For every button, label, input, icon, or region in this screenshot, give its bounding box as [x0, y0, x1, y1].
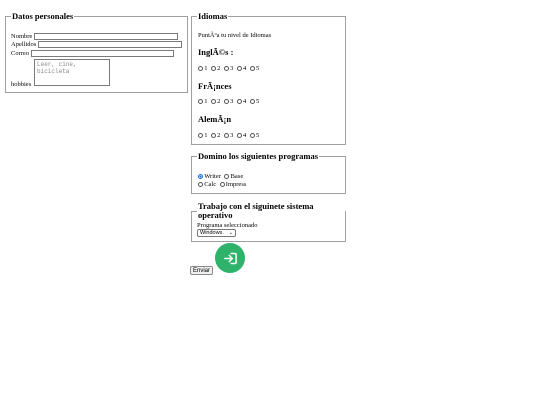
login-arrow-icon: [223, 252, 237, 264]
rating-option[interactable]: 1: [198, 65, 207, 72]
rating-option[interactable]: 1: [198, 98, 207, 105]
option-calc[interactable]: Calc: [198, 181, 216, 188]
hobbies-label: hobbies: [11, 81, 32, 88]
radio-button[interactable]: [223, 133, 229, 138]
radio-button[interactable]: [198, 182, 203, 187]
fab-button[interactable]: [215, 243, 245, 273]
rating-option[interactable]: 5: [249, 132, 259, 139]
radio-button[interactable]: [219, 182, 225, 187]
personal-data-legend: Datos personales: [12, 11, 74, 21]
language-heading-ingles: InglÃ©s :: [198, 47, 234, 57]
rating-option[interactable]: 4: [236, 132, 246, 139]
language-heading-frances: FrÃ¡nces: [198, 81, 232, 91]
idiomas-intro: PuntÃºa tu nivel de Idiomas: [198, 32, 272, 39]
radio-button[interactable]: [249, 66, 255, 71]
rating-option[interactable]: 5: [249, 98, 259, 105]
apellidos-input[interactable]: [38, 41, 182, 48]
correo-label: Correo: [11, 50, 30, 57]
radio-button[interactable]: [198, 99, 203, 104]
apellidos-label: Apellidos: [11, 41, 37, 48]
rating-option[interactable]: 2: [210, 98, 220, 105]
option-writer[interactable]: Writer: [198, 173, 221, 180]
radio-button[interactable]: [223, 99, 229, 104]
radio-button[interactable]: [224, 174, 230, 179]
rating-option[interactable]: 3: [223, 65, 233, 72]
rating-option[interactable]: 1: [198, 132, 207, 139]
radio-button[interactable]: [210, 99, 216, 104]
submit-button[interactable]: Enviar: [190, 266, 213, 275]
programas-row-1: Writer Base: [198, 173, 247, 180]
sistema-label: Programa seleccionado: [197, 222, 258, 229]
nombre-input[interactable]: [34, 33, 178, 40]
radio-button-selected[interactable]: [198, 174, 203, 179]
radio-button[interactable]: [198, 66, 203, 71]
chevron-down-icon: ⌄: [228, 230, 233, 236]
rating-option[interactable]: 4: [236, 65, 246, 72]
programas-row-2: Calc Impress: [198, 181, 250, 188]
hobbies-textarea[interactable]: [34, 59, 110, 86]
radio-button[interactable]: [198, 133, 203, 138]
option-base[interactable]: Base: [224, 173, 243, 180]
radio-button[interactable]: [236, 133, 242, 138]
rating-option[interactable]: 5: [249, 65, 259, 72]
option-impress[interactable]: Impress: [219, 181, 246, 188]
programas-legend: Domino los siguientes programas: [198, 151, 319, 161]
language-rating-aleman: 1 2 3 4 5: [198, 132, 263, 139]
rating-option[interactable]: 3: [223, 132, 233, 139]
sistema-legend: Trabajo con el siguinete sistema operati…: [198, 201, 314, 220]
rating-option[interactable]: 2: [210, 132, 220, 139]
radio-button[interactable]: [249, 99, 255, 104]
correo-input[interactable]: [31, 50, 174, 57]
rating-option[interactable]: 2: [210, 65, 220, 72]
radio-button[interactable]: [249, 133, 255, 138]
rating-option[interactable]: 4: [236, 98, 246, 105]
nombre-label: Nombre: [11, 33, 33, 40]
radio-button[interactable]: [210, 133, 216, 138]
language-heading-aleman: AlemÃ¡n: [198, 114, 232, 124]
os-select-value: Windows.: [200, 230, 224, 236]
idiomas-legend: Idiomas: [198, 11, 228, 21]
rating-option[interactable]: 3: [223, 98, 233, 105]
language-rating-frances: 1 2 3 4 5: [198, 98, 263, 105]
os-select[interactable]: Windows. ⌄: [197, 229, 236, 237]
radio-button[interactable]: [210, 66, 216, 71]
radio-button[interactable]: [236, 66, 242, 71]
radio-button[interactable]: [236, 99, 242, 104]
language-rating-ingles: 1 2 3 4 5: [198, 65, 263, 72]
radio-button[interactable]: [223, 66, 229, 71]
